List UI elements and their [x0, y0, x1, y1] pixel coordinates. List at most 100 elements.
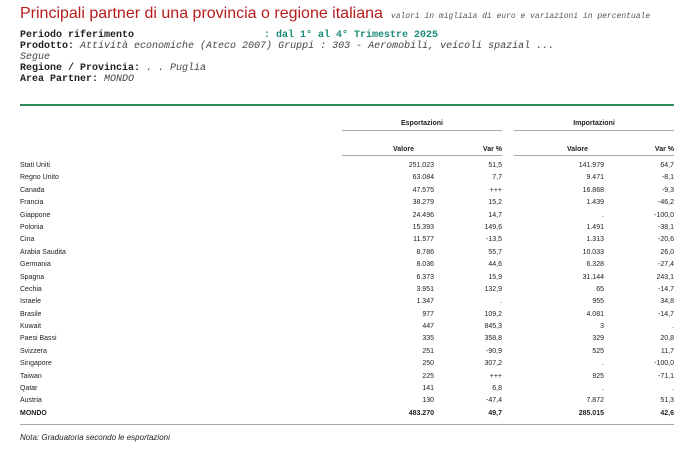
export-var: 55,7 — [488, 248, 502, 256]
table-row: Qatar 141 6,8.. — [20, 383, 676, 395]
export-value: 251.023 — [408, 162, 434, 169]
table-row: Cina 11.577 -13,5 1.313 -20,6 — [20, 234, 676, 246]
table-row: Arabia Saudita 8.786 55,7 10.033 26,0 — [20, 247, 676, 259]
import-value: 141.979 — [578, 162, 604, 169]
export-value: 11.577 — [413, 236, 434, 244]
export-value: 335 — [422, 335, 434, 343]
area-value: MONDO — [104, 74, 135, 85]
export-value: 8.036 — [416, 261, 434, 269]
regione-value: . . Puglia — [146, 63, 207, 74]
export-var: 15,9 — [488, 273, 502, 281]
partner-name: Arabia Saudita — [20, 248, 66, 256]
import-value: 1.439 — [586, 199, 604, 207]
import-var: 20,8 — [660, 335, 674, 343]
import-group-header: Importazioni — [573, 120, 615, 127]
table-row: Kuwait 447 845,3 3. — [20, 321, 676, 333]
import-value: 6.328 — [586, 261, 604, 269]
export-var: -90,9 — [486, 347, 502, 355]
page-title: Principali partner di una provincia o re… — [20, 5, 383, 22]
import-var: 34,8 — [660, 298, 674, 306]
export-var: 109,2 — [484, 310, 502, 318]
export-group-header: Esportazioni — [400, 120, 443, 127]
periodo-value: : dal 1° al 4° Trimestre 2025 — [264, 30, 439, 41]
partner-name: Polonia — [20, 223, 44, 231]
table-row: Israele 1.347. 955 34,8 — [20, 296, 676, 308]
table-row: Regno Unito 63.084 7,7 9.471 -8,1 — [20, 172, 676, 184]
prodotto-value: Attività economiche (Ateco 2007) Gruppi … — [80, 41, 555, 52]
partner-name: Brasile — [20, 310, 42, 318]
export-var: 358,8 — [484, 335, 502, 343]
import-var: -8,1 — [661, 174, 674, 182]
export-value: 47.575 — [412, 186, 434, 194]
import-value: 9.471 — [586, 174, 604, 182]
export-var: 845,3 — [484, 323, 502, 331]
import-var: -27,4 — [658, 261, 674, 269]
export-value: 225 — [422, 372, 434, 380]
export-var: 51,5 — [488, 162, 502, 169]
import-value: . — [602, 211, 604, 219]
export-var: 15,2 — [488, 199, 502, 207]
prodotto-more-line: Segue — [20, 52, 680, 63]
partner-name: Paesi Bassi — [20, 335, 57, 343]
table-row: Spagna 6.373 15,9 31.144 243,1 — [20, 272, 676, 284]
export-value: 250 — [422, 360, 434, 368]
import-value: 16.868 — [582, 186, 604, 194]
partner-name: Qatar — [20, 385, 38, 393]
import-var: -14,7 — [658, 310, 674, 318]
export-value: 447 — [422, 323, 434, 331]
import-var: 42,6 — [660, 409, 674, 417]
export-value: 3.951 — [416, 285, 434, 293]
import-group-line — [514, 130, 674, 131]
export-var: -13,5 — [486, 236, 502, 244]
import-var: 26,0 — [660, 248, 674, 256]
partner-name: Spagna — [20, 273, 45, 281]
import-value: 65 — [596, 285, 604, 293]
partner-name: Germania — [20, 261, 51, 269]
export-var: . — [500, 298, 502, 306]
table-row: Giappone 24.496 14,7. -100,0 — [20, 210, 676, 222]
import-header-line — [514, 155, 674, 156]
partner-name: Regno Unito — [20, 174, 59, 182]
import-var: -20,6 — [658, 236, 674, 244]
table-row: Cechia 3.951 132,9 65 -14,7 — [20, 284, 676, 296]
partner-name: Francia — [20, 199, 44, 207]
table-row: Canada 47.575 +++ 16.868 -9,3 — [20, 185, 676, 197]
export-group-line — [342, 130, 502, 131]
import-value: 3 — [600, 323, 604, 331]
export-header-line — [342, 155, 502, 156]
import-var: -38,1 — [658, 223, 674, 231]
export-value: 24.496 — [412, 211, 434, 219]
header-divider — [20, 104, 674, 106]
area-line: Area Partner: MONDO — [20, 74, 680, 85]
periodo-label: Periodo riferimento — [20, 30, 135, 41]
page-subtitle: valori in migliaia di euro e variazioni … — [390, 12, 651, 21]
export-var: 44,6 — [488, 261, 502, 269]
export-var: 7,7 — [492, 174, 502, 182]
partner-name: Cechia — [20, 285, 42, 293]
export-var: 14,7 — [488, 211, 502, 219]
table-total-row: MONDO 483.270 49,7 285.015 42,6 — [20, 408, 676, 420]
import-value: 1.313 — [586, 236, 604, 244]
export-value: 483.270 — [408, 409, 434, 417]
partner-name: MONDO — [20, 409, 47, 417]
import-var: -100,0 — [654, 211, 674, 219]
export-var: 132,9 — [484, 285, 502, 293]
import-value: 7.872 — [586, 397, 604, 405]
partner-name: Giappone — [20, 211, 51, 219]
partner-name: Stati Uniti — [20, 162, 50, 169]
partner-name: Canada — [20, 186, 45, 194]
import-value: 329 — [592, 335, 604, 343]
partner-name: Israele — [20, 298, 42, 306]
export-value: 130 — [422, 397, 434, 405]
col-import-var: Var % — [654, 146, 674, 153]
partner-name: Kuwait — [20, 323, 42, 331]
export-value: 251 — [422, 347, 434, 355]
import-var: -46,2 — [658, 199, 674, 207]
export-value: 977 — [422, 310, 434, 318]
prodotto-label: Prodotto: — [20, 41, 75, 52]
export-value: 6.373 — [416, 273, 434, 281]
import-var: 51,3 — [660, 397, 674, 405]
prodotto-line: Prodotto: Attività economiche (Ateco 200… — [20, 41, 680, 52]
import-value: 4.081 — [586, 310, 604, 318]
table-row: Stati Uniti 251.023 51,5 141.979 64,7 — [20, 160, 676, 172]
